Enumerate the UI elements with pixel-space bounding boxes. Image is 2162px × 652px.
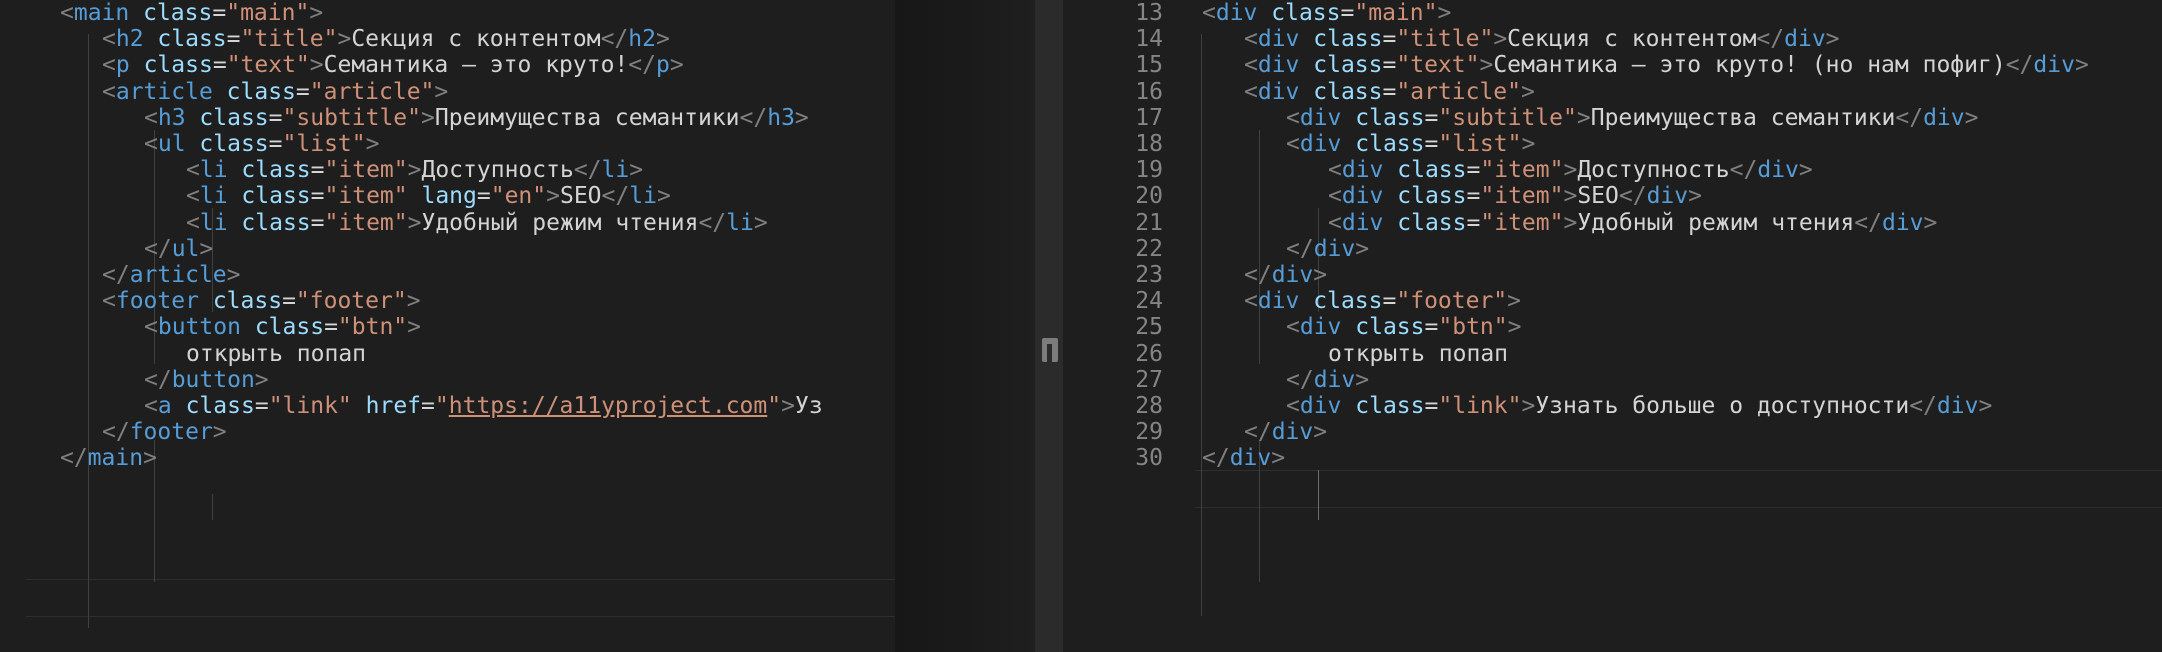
split-editor: <main class="main"> <h2 class="title">Сек… [0,0,2162,652]
code-token: > [143,445,157,472]
line-number-row: 30 [1063,440,2162,476]
indent-guide [1318,470,1319,520]
left-editor-pane[interactable]: <main class="main"> <h2 class="title">Сек… [0,0,895,652]
code-line[interactable]: </main> [0,440,895,476]
code-token: </ [60,445,88,472]
code-token: main [87,445,144,472]
indent-guide [212,494,213,520]
sash-handle-icon[interactable] [1042,338,1058,362]
left-editor-overflow [895,0,1035,652]
right-editor-pane[interactable]: <div class="main"> <div class="title">Сек… [1063,0,2162,652]
current-line-highlight [26,579,895,617]
line-number: 30 [1135,445,1163,472]
editor-split-divider[interactable] [1035,0,1063,652]
code-text: </main> [60,440,157,476]
